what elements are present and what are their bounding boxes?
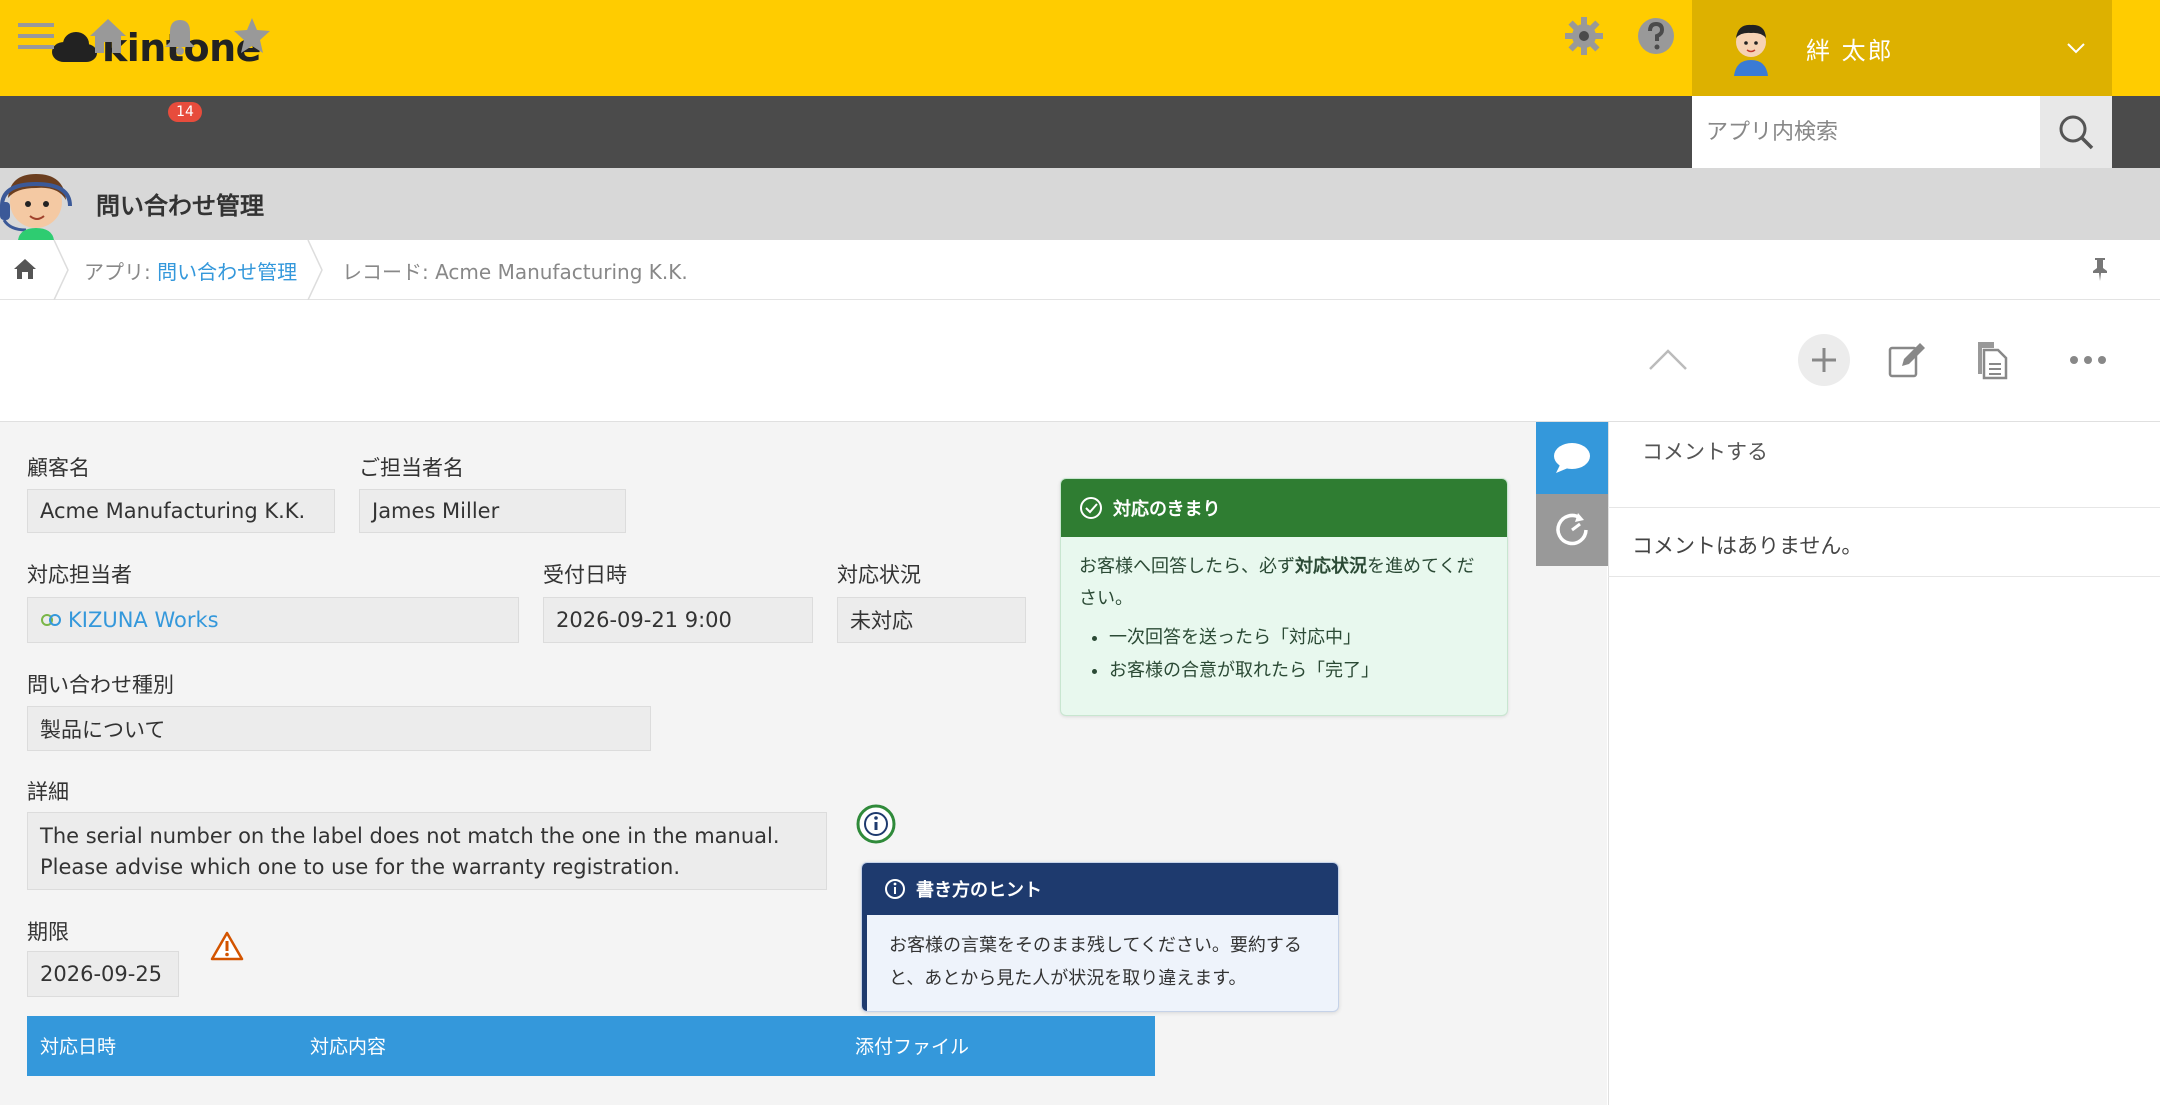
breadcrumb-separator bbox=[307, 240, 323, 300]
tab-history[interactable] bbox=[1536, 494, 1608, 566]
add-record-button[interactable] bbox=[1798, 334, 1850, 386]
chevron-up-icon bbox=[1649, 349, 1687, 370]
rule-item: 一次回答を送ったら「対応中」 bbox=[1109, 621, 1489, 654]
response-rules-panel: 対応のきまり お客様へ回答したら、必ず対応状況を進めてください。 一次回答を送っ… bbox=[1060, 478, 1508, 716]
column-header-date: 対応日時 bbox=[40, 1036, 117, 1058]
breadcrumb-separator bbox=[53, 240, 69, 300]
received-value: 2026-09-21 9:00 bbox=[543, 597, 813, 643]
organization-icon bbox=[41, 614, 61, 626]
comment-sidebar bbox=[1608, 422, 2160, 1105]
detail-line-2: Please advise which one to use for the w… bbox=[40, 855, 681, 879]
gear-icon[interactable] bbox=[1562, 14, 1606, 58]
search-icon bbox=[2059, 115, 2094, 150]
more-actions-button[interactable] bbox=[2062, 334, 2114, 386]
contact-value: James Miller bbox=[359, 489, 626, 533]
deadline-value: 2026-09-25 bbox=[27, 951, 179, 997]
user-avatar-icon bbox=[1734, 24, 1768, 76]
warning-icon bbox=[210, 931, 244, 961]
menu-icon[interactable] bbox=[14, 14, 58, 58]
history-icon bbox=[1556, 513, 1588, 546]
search-button[interactable] bbox=[2040, 96, 2112, 168]
writing-hint-text: お客様の言葉をそのまま残してください。要約すると、あとから見た人が状況を取り違え… bbox=[862, 915, 1338, 1011]
assignee-value: KIZUNA Works bbox=[27, 597, 519, 643]
app-title: 問い合わせ管理 bbox=[96, 192, 264, 220]
app-search-input[interactable] bbox=[1692, 96, 2040, 168]
app-title-bar bbox=[0, 168, 2160, 240]
edit-record-button[interactable] bbox=[1880, 334, 1932, 386]
breadcrumb-app: アプリ: 問い合わせ管理 bbox=[84, 256, 297, 285]
response-rules-body: お客様へ回答したら、必ず対応状況を進めてください。 一次回答を送ったら「対応中」… bbox=[1061, 537, 1507, 701]
previous-record-button[interactable] bbox=[1642, 334, 1694, 386]
response-rules-list: 一次回答を送ったら「対応中」 お客様の合意が取れたら「完了」 bbox=[1079, 621, 1489, 687]
edit-icon bbox=[1888, 343, 1925, 378]
assignee-link[interactable]: KIZUNA Works bbox=[68, 608, 219, 632]
rule-item: お客様の合意が取れたら「完了」 bbox=[1109, 654, 1489, 687]
home-icon[interactable] bbox=[86, 14, 130, 58]
writing-hint-panel: 書き方のヒント お客様の言葉をそのまま残してください。要約すると、あとから見た人… bbox=[861, 862, 1339, 1012]
check-circle-icon bbox=[1080, 497, 1102, 519]
sidebar-tabs bbox=[1536, 422, 1608, 566]
assignee-label: 対応担当者 bbox=[27, 563, 132, 587]
help-icon[interactable] bbox=[1634, 14, 1678, 58]
status-label: 対応状況 bbox=[837, 563, 921, 587]
chevron-down-icon bbox=[2067, 43, 2085, 54]
detail-value: The serial number on the label does not … bbox=[27, 812, 827, 890]
info-icon[interactable] bbox=[856, 804, 896, 844]
breadcrumb-record: レコード: Acme Manufacturing K.K. bbox=[342, 260, 688, 284]
response-rules-title: 対応のきまり bbox=[1113, 499, 1221, 520]
pin-icon[interactable] bbox=[2088, 256, 2112, 282]
info-icon bbox=[885, 879, 905, 899]
column-header-content: 対応内容 bbox=[310, 1036, 387, 1058]
tab-comments[interactable] bbox=[1536, 422, 1608, 494]
rule-text-bold: 対応状況 bbox=[1295, 556, 1367, 577]
column-header-attachment: 添付ファイル bbox=[855, 1036, 970, 1058]
customer-label: 顧客名 bbox=[27, 456, 90, 480]
received-label: 受付日時 bbox=[543, 563, 627, 587]
star-icon[interactable] bbox=[230, 14, 274, 58]
app-icon bbox=[0, 174, 72, 240]
breadcrumb-home-icon[interactable] bbox=[12, 256, 38, 282]
notification-badge: 14 bbox=[168, 102, 202, 122]
plus-icon bbox=[1812, 348, 1836, 372]
type-value: 製品について bbox=[27, 706, 651, 751]
writing-hint-header: 書き方のヒント bbox=[862, 863, 1338, 915]
breadcrumb-app-prefix: アプリ: bbox=[84, 260, 158, 284]
rule-text-before: お客様へ回答したら、必ず bbox=[1079, 556, 1295, 577]
bell-icon[interactable] bbox=[158, 14, 202, 58]
copy-icon bbox=[1978, 342, 2008, 380]
user-name: 絆 太郎 bbox=[1806, 36, 1894, 65]
no-comments-message: コメントはありません。 bbox=[1632, 534, 1863, 558]
breadcrumb-app-link[interactable]: 問い合わせ管理 bbox=[157, 260, 297, 284]
more-icon bbox=[2070, 356, 2106, 364]
user-menu[interactable]: 絆 太郎 bbox=[1692, 0, 2112, 96]
customer-value: Acme Manufacturing K.K. bbox=[27, 489, 335, 533]
duplicate-record-button[interactable] bbox=[1966, 334, 2018, 386]
contact-label: ご担当者名 bbox=[359, 456, 464, 480]
status-value: 未対応 bbox=[837, 597, 1026, 643]
response-history-table-header bbox=[27, 1016, 1155, 1076]
type-label: 問い合わせ種別 bbox=[27, 673, 174, 697]
detail-line-1: The serial number on the label does not … bbox=[40, 824, 780, 848]
writing-hint-title: 書き方のヒント bbox=[916, 880, 1042, 901]
deadline-label: 期限 bbox=[27, 920, 69, 944]
comment-input[interactable]: コメントする bbox=[1608, 422, 2160, 508]
detail-label: 詳細 bbox=[27, 780, 69, 804]
response-rules-text: お客様へ回答したら、必ず対応状況を進めてください。 bbox=[1079, 551, 1489, 615]
divider bbox=[1608, 576, 2160, 577]
comment-icon bbox=[1554, 443, 1590, 473]
response-rules-header: 対応のきまり bbox=[1061, 479, 1507, 537]
